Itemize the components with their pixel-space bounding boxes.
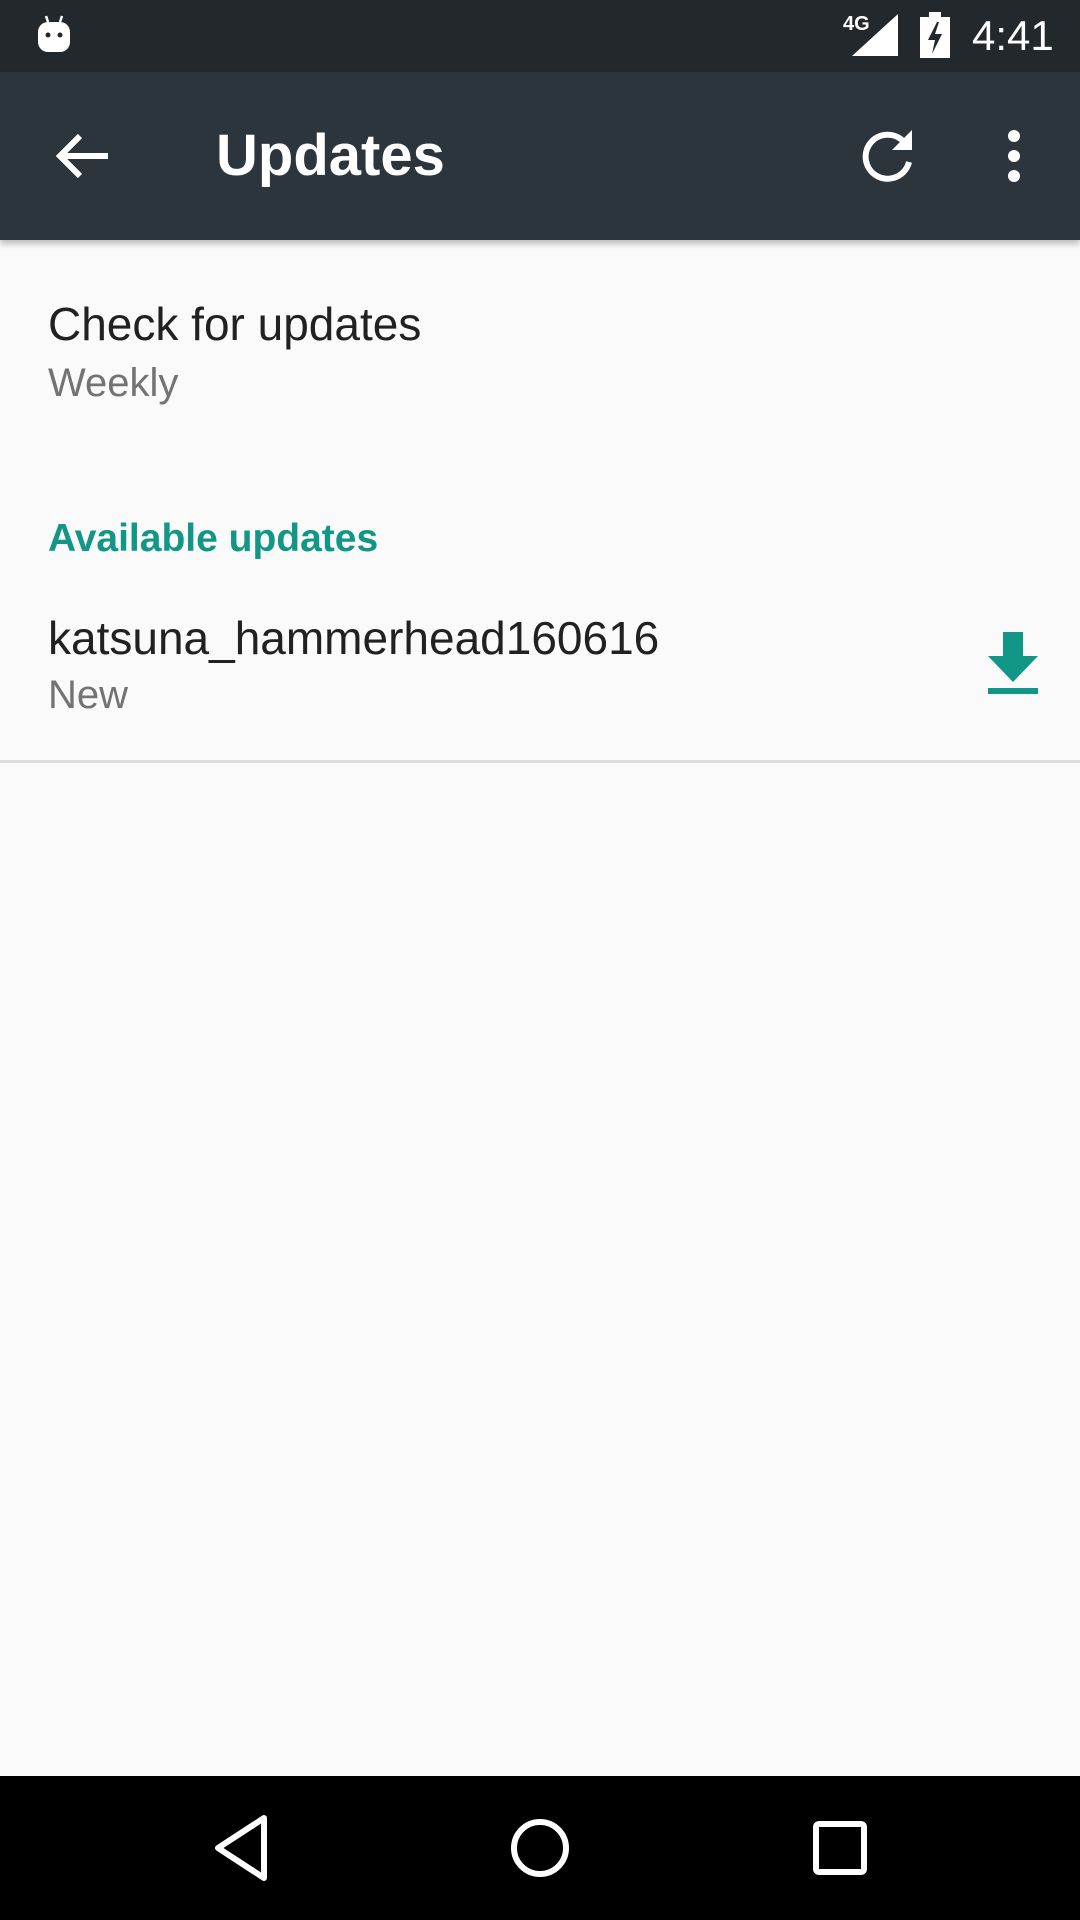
navigation-bar bbox=[0, 1776, 1080, 1920]
update-status: New bbox=[48, 673, 129, 717]
app-bar: Updates bbox=[0, 72, 1080, 240]
signal-icon bbox=[852, 14, 898, 56]
list-divider bbox=[0, 760, 1080, 763]
update-list-item[interactable]: katsuna_hammerhead160616 New bbox=[0, 590, 1080, 760]
android-notification-icon bbox=[38, 15, 70, 52]
nav-back-icon[interactable] bbox=[206, 1812, 278, 1884]
download-icon[interactable] bbox=[984, 632, 1042, 698]
update-name: katsuna_hammerhead160616 bbox=[48, 612, 660, 664]
page-title: Updates bbox=[216, 123, 445, 188]
battery-charging-icon bbox=[920, 12, 950, 58]
nav-home-icon[interactable] bbox=[504, 1812, 576, 1884]
check-for-updates-preference[interactable]: Check for updates Weekly bbox=[0, 240, 1080, 440]
preference-title: Check for updates bbox=[48, 298, 422, 350]
available-updates-header: Available updates bbox=[48, 517, 379, 560]
status-bar: 4G 4:41 bbox=[0, 0, 1080, 72]
refresh-icon[interactable] bbox=[856, 124, 920, 188]
preference-summary: Weekly bbox=[48, 361, 179, 405]
back-arrow-icon[interactable] bbox=[50, 124, 114, 188]
status-clock: 4:41 bbox=[972, 12, 1054, 59]
more-vert-icon[interactable] bbox=[982, 124, 1046, 188]
nav-recents-icon[interactable] bbox=[804, 1812, 876, 1884]
